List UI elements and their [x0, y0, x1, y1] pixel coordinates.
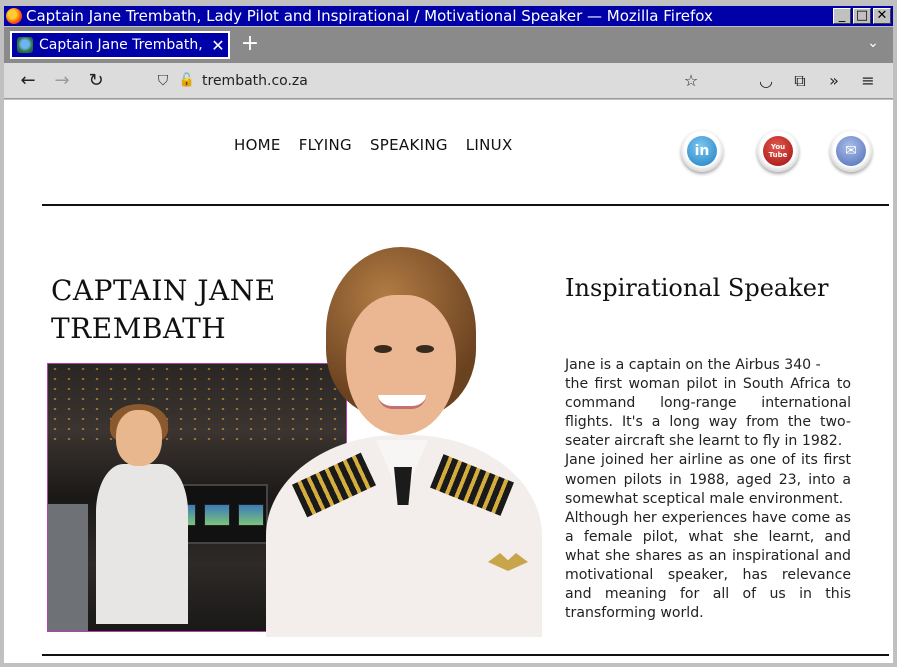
bio-line: Jane is a captain on the Airbus 340 -	[565, 357, 821, 373]
portrait-face	[346, 295, 456, 435]
firefox-icon	[6, 8, 22, 24]
nav-flying[interactable]: FLYING	[299, 136, 352, 154]
reload-button[interactable]: ↻	[84, 69, 108, 93]
tab-label: Captain Jane Trembath, L	[39, 37, 208, 53]
titlebar-inner: Captain Jane Trembath, Lady Pilot and In…	[4, 6, 893, 26]
nav-home[interactable]: HOME	[234, 136, 281, 154]
pilot-head	[116, 410, 162, 466]
display-screen	[204, 504, 230, 526]
pilot-shirt	[96, 464, 188, 624]
mail-icon: ✉	[836, 136, 866, 166]
page-title-line1: CAPTAIN JANE	[51, 274, 276, 307]
pilot-figure	[88, 404, 198, 631]
bio-paragraph: Although her experiences have come as a …	[565, 509, 851, 622]
pilot-seat	[48, 504, 88, 631]
footer-divider	[42, 654, 889, 656]
pocket-icon[interactable]: ◡	[754, 69, 778, 93]
close-window-button[interactable]: ✕	[873, 8, 891, 24]
url-text[interactable]: trembath.co.za	[202, 73, 308, 89]
display-screen	[238, 504, 264, 526]
tab-active[interactable]: Captain Jane Trembath, L ✕	[10, 31, 230, 59]
portrait-eye	[374, 345, 392, 353]
insecure-lock-icon[interactable]: 🔓	[178, 72, 196, 90]
minimize-button[interactable]: _	[833, 8, 851, 24]
favicon-icon	[17, 37, 33, 53]
page-title-line2: TREMBATH	[51, 312, 227, 345]
linkedin-icon: in	[687, 136, 717, 166]
page-content: HOME FLYING SPEAKING LINUX in You Tube ✉…	[4, 100, 893, 663]
new-tab-button[interactable]: +	[238, 33, 262, 57]
app-menu-icon[interactable]: ≡	[856, 69, 880, 93]
site-nav: HOME FLYING SPEAKING LINUX	[234, 136, 513, 154]
shield-icon[interactable]: ⛉	[154, 72, 172, 90]
overflow-menu-icon[interactable]: »	[822, 69, 846, 93]
window-title: Captain Jane Trembath, Lady Pilot and In…	[26, 7, 713, 25]
bio-paragraph: Jane joined her airline as one of its fi…	[565, 452, 851, 507]
portrait-eye	[416, 345, 434, 353]
back-button[interactable]: ←	[16, 69, 40, 93]
tab-bar: Captain Jane Trembath, L ✕ + ⌄	[4, 27, 893, 63]
speaker-heading: Inspirational Speaker	[565, 274, 829, 302]
navigation-toolbar: ← → ↻ ⛉ 🔓 trembath.co.za ☆ ◡ ⧉ » ≡	[4, 63, 893, 99]
extensions-icon[interactable]: ⧉	[788, 69, 812, 93]
bookmark-star-icon[interactable]: ☆	[679, 69, 703, 93]
url-bar[interactable]: ⛉ 🔓 trembath.co.za	[154, 67, 714, 95]
portrait-smile	[378, 395, 426, 409]
maximize-button[interactable]: □	[853, 8, 871, 24]
tab-close-icon[interactable]: ✕	[208, 36, 228, 55]
youtube-button[interactable]: You Tube	[757, 130, 799, 172]
tab-list-button[interactable]: ⌄	[863, 35, 883, 55]
linkedin-button[interactable]: in	[681, 130, 723, 172]
forward-button[interactable]: →	[50, 69, 74, 93]
youtube-icon: You Tube	[763, 136, 793, 166]
page-title: CAPTAIN JANE TREMBATH	[51, 272, 276, 348]
portrait-photo	[266, 245, 542, 637]
nav-linux[interactable]: LINUX	[466, 136, 513, 154]
nav-speaking[interactable]: SPEAKING	[370, 136, 448, 154]
header-divider	[42, 204, 889, 206]
bio-paragraph: the first woman pilot in South Africa to…	[565, 376, 851, 450]
bio-text: Jane is a captain on the Airbus 340 - th…	[565, 356, 851, 623]
email-button[interactable]: ✉	[830, 130, 872, 172]
